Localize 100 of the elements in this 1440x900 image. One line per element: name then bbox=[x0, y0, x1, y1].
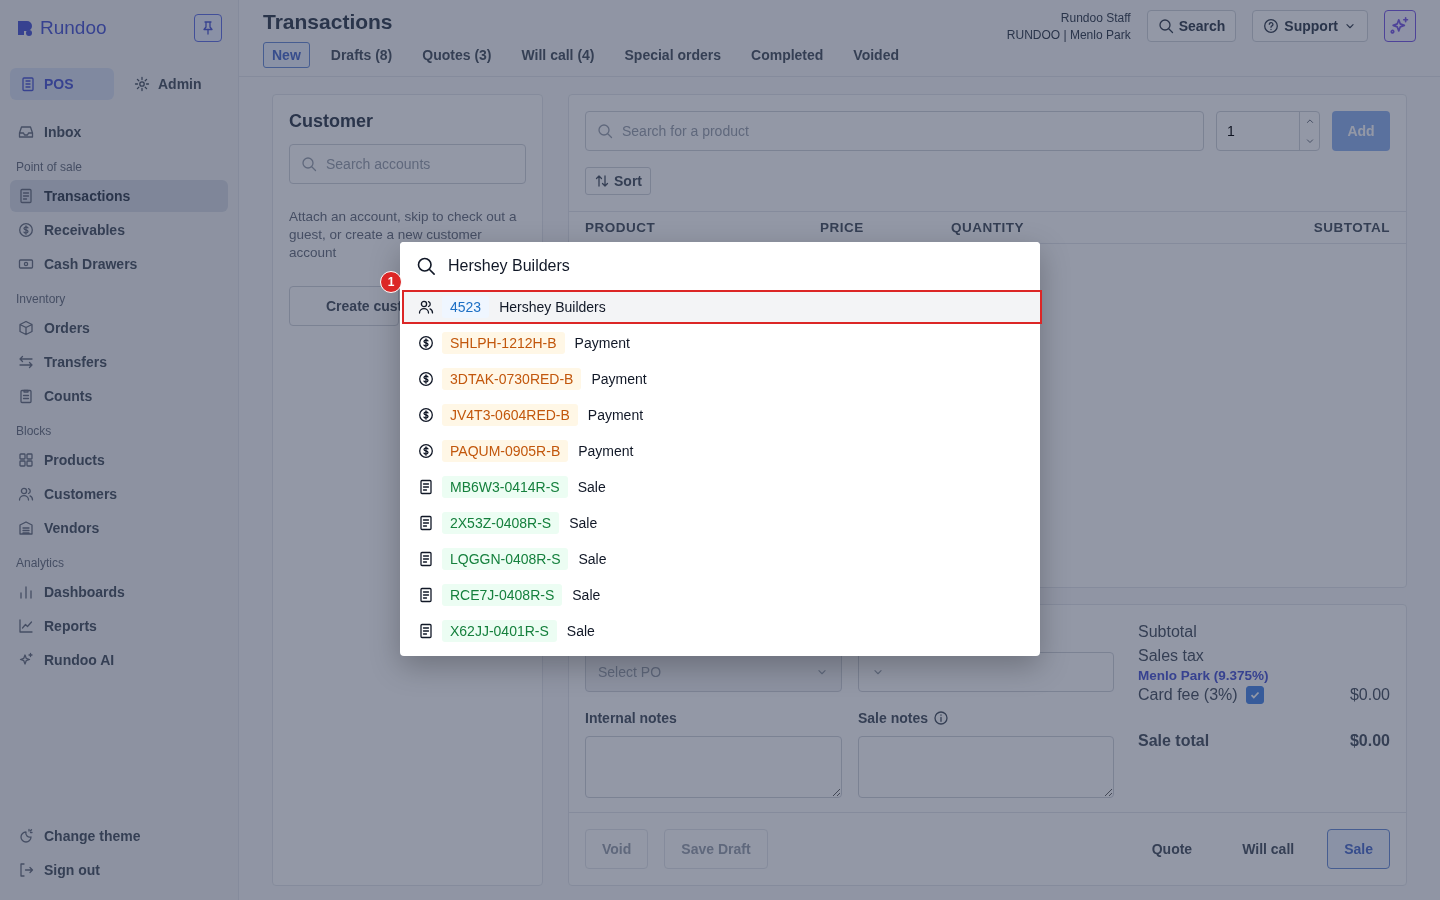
summary-value: $0.00 bbox=[1349, 732, 1390, 750]
action-button[interactable]: Will call bbox=[1225, 829, 1312, 869]
nav-item[interactable]: Transactions bbox=[10, 180, 228, 212]
support-button[interactable]: Support bbox=[1252, 10, 1368, 42]
result-item[interactable]: LQGGN-0408R-S Sale bbox=[402, 542, 1042, 576]
result-item[interactable]: SHLPH-1212H-B Payment bbox=[402, 326, 1042, 360]
action-button[interactable]: Sale bbox=[1327, 829, 1390, 869]
nav-item[interactable]: Orders bbox=[10, 312, 228, 344]
receipt-icon bbox=[418, 479, 434, 495]
nav-item[interactable]: Counts bbox=[10, 380, 228, 412]
tab[interactable]: New bbox=[263, 42, 310, 68]
brand-name: Rundoo bbox=[40, 17, 107, 39]
sort-button[interactable]: Sort bbox=[585, 167, 651, 195]
field-label: Sale notes bbox=[858, 710, 929, 726]
result-label: Sale bbox=[569, 515, 598, 531]
result-item[interactable]: MB6W3-0414R-S Sale bbox=[402, 470, 1042, 504]
help-icon bbox=[1263, 18, 1280, 34]
result-item[interactable]: 4523 Hershey Builders bbox=[402, 290, 1042, 324]
sign-out-icon bbox=[18, 862, 34, 878]
mode-tab[interactable]: Admin bbox=[124, 68, 228, 100]
dollar-circle-icon bbox=[418, 443, 434, 459]
nav-item[interactable]: Customers bbox=[10, 478, 228, 510]
dollar-circle-icon bbox=[18, 222, 34, 238]
users-icon bbox=[18, 486, 34, 502]
info-icon bbox=[933, 710, 950, 726]
summary-label: Subtotal bbox=[1138, 623, 1197, 641]
nav-item[interactable]: Products bbox=[10, 444, 228, 476]
result-label: Payment bbox=[591, 371, 647, 387]
column-header: QUANTITY bbox=[951, 220, 1025, 235]
result-item[interactable]: JV4T3-0604RED-B Payment bbox=[402, 398, 1042, 432]
check-icon bbox=[1248, 689, 1261, 701]
banknote-icon bbox=[18, 256, 34, 272]
tab[interactable]: Will call (4) bbox=[512, 42, 604, 68]
result-code: 4523 bbox=[442, 296, 490, 318]
gear-icon bbox=[134, 76, 150, 92]
search-button[interactable]: Search bbox=[1146, 10, 1237, 42]
column-header: SUBTOTAL bbox=[1313, 220, 1390, 235]
search-icon bbox=[416, 256, 436, 276]
building-icon bbox=[20, 76, 36, 92]
nav-item[interactable]: Reports bbox=[10, 610, 228, 642]
bar-chart-icon bbox=[18, 584, 34, 600]
tab[interactable]: Drafts (8) bbox=[321, 42, 402, 68]
sparkle-icon bbox=[1390, 16, 1410, 36]
nav-item[interactable]: Change theme bbox=[10, 820, 228, 852]
summary-value: $0.00 bbox=[1349, 686, 1390, 704]
action-button[interactable]: Quote bbox=[1134, 829, 1210, 869]
inbox-icon bbox=[18, 124, 34, 140]
result-label: Sale bbox=[572, 587, 601, 603]
tax-rate-link[interactable]: Menlo Park (9.375%) bbox=[1138, 668, 1390, 683]
logo-icon bbox=[16, 19, 34, 37]
receipt-icon bbox=[18, 188, 34, 204]
nav-item[interactable]: Cash Drawers bbox=[10, 248, 228, 280]
nav-item[interactable]: Sign out bbox=[10, 854, 228, 886]
nav-item[interactable]: Vendors bbox=[10, 512, 228, 544]
result-label: Payment bbox=[578, 443, 634, 459]
pin-button[interactable] bbox=[194, 14, 222, 42]
search-icon bbox=[301, 156, 317, 172]
select-field[interactable] bbox=[858, 652, 1114, 692]
section-heading: Analytics bbox=[15, 555, 66, 572]
receipt-icon bbox=[418, 551, 434, 567]
result-item[interactable]: RCE7J-0408R-S Sale bbox=[402, 578, 1042, 612]
nav-item[interactable]: Inbox bbox=[10, 116, 228, 148]
field-label: Internal notes bbox=[585, 710, 678, 726]
result-item[interactable]: 2X53Z-0408R-S Sale bbox=[402, 506, 1042, 540]
summary-label: Sales tax bbox=[1138, 647, 1204, 665]
tab[interactable]: Quotes (3) bbox=[413, 42, 501, 68]
internal-notes-field[interactable] bbox=[585, 736, 842, 798]
ai-button[interactable] bbox=[1384, 10, 1416, 42]
arrows-icon bbox=[18, 354, 34, 370]
result-item[interactable]: 3DTAK-0730RED-B Payment bbox=[402, 362, 1042, 396]
mode-tab[interactable]: POS bbox=[10, 68, 114, 100]
building-icon bbox=[18, 520, 34, 536]
sale-notes-field[interactable] bbox=[858, 736, 1114, 798]
tab[interactable]: Voided bbox=[844, 42, 908, 68]
section-heading: Inventory bbox=[15, 291, 67, 308]
quantity-field[interactable]: 1 bbox=[1216, 111, 1320, 151]
nav-item[interactable]: Dashboards bbox=[10, 576, 228, 608]
sort-icon bbox=[594, 173, 610, 189]
summary-label: Sale total bbox=[1138, 732, 1210, 750]
tab[interactable]: Completed bbox=[742, 42, 833, 68]
result-label: Payment bbox=[587, 407, 644, 423]
result-item[interactable]: X62JJ-0401R-S Sale bbox=[402, 614, 1042, 648]
column-header: PRICE bbox=[820, 220, 865, 235]
result-code: PAQUM-0905R-B bbox=[442, 440, 569, 462]
result-code: RCE7J-0408R-S bbox=[442, 584, 563, 606]
palette-search-field[interactable]: Hershey Builders bbox=[400, 242, 1040, 290]
nav-item[interactable]: Receivables bbox=[10, 214, 228, 246]
nav-item[interactable]: Transfers bbox=[10, 346, 228, 378]
card-fee-checkbox[interactable] bbox=[1245, 686, 1264, 704]
search-icon bbox=[597, 123, 613, 139]
section-heading: Blocks bbox=[15, 423, 53, 440]
tab[interactable]: Special orders bbox=[615, 42, 730, 68]
store-name: RUNDOO | Menlo Park bbox=[1006, 27, 1131, 44]
result-label: Payment bbox=[574, 335, 630, 351]
result-item[interactable]: PAQUM-0905R-B Payment bbox=[402, 434, 1042, 468]
theme-icon bbox=[18, 828, 34, 844]
box-icon bbox=[18, 320, 34, 336]
result-code: 2X53Z-0408R-S bbox=[442, 512, 560, 534]
result-code: JV4T3-0604RED-B bbox=[442, 404, 578, 426]
nav-item[interactable]: Rundoo AI bbox=[10, 644, 228, 676]
